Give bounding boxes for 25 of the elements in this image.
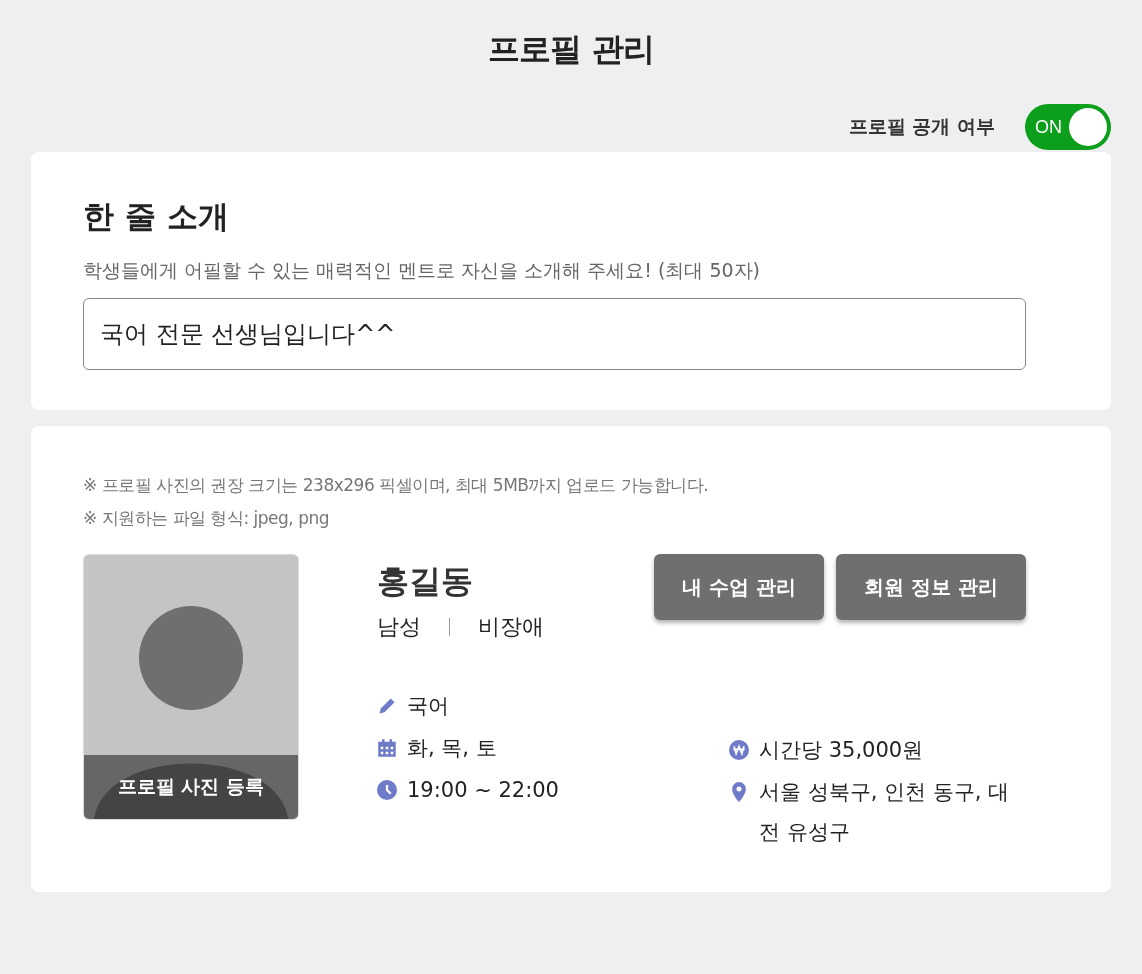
detail-text: 시간당 35,000원 xyxy=(759,737,924,764)
visibility-toggle[interactable]: ON xyxy=(1025,104,1111,150)
visibility-label: 프로필 공개 여부 xyxy=(848,114,995,139)
detail-text: 19:00 ~ 22:00 xyxy=(407,777,559,804)
upload-note: ※ 프로필 사진의 권장 크기는 238x296 픽셀이며, 최대 5MB까지 업로드 가능합니다. xyxy=(83,474,710,497)
clock-icon xyxy=(377,780,397,800)
detail-text: 화, 목, 토 xyxy=(407,735,497,762)
profile-photo-upload[interactable]: 프로필 사진 등록 xyxy=(83,554,299,820)
intro-heading: 한 줄 소개 xyxy=(83,197,230,236)
pencil-icon xyxy=(377,696,397,716)
detail-text: 서울 성북구, 인천 동구, 대전 유성구 xyxy=(759,779,1011,846)
manage-button[interactable]: 회원 정보 관리 xyxy=(836,554,1026,620)
map-pin-icon xyxy=(729,782,749,802)
photo-upload-label: 프로필 사진 등록 xyxy=(84,755,298,819)
calendar-icon xyxy=(377,738,397,758)
detail-text: 국어 xyxy=(407,693,449,720)
won-coin-icon xyxy=(729,740,749,760)
upload-note: ※ 지원하는 파일 형식: jpeg, png xyxy=(83,507,330,530)
intro-description: 학생들에게 어필할 수 있는 매력적인 멘트로 자신을 소개해 주세요! (최대 50자) xyxy=(83,258,761,283)
teacher-name: 홍길동 xyxy=(377,561,474,602)
page-title: 프로필 관리 xyxy=(487,29,655,70)
gender-text: 남성 xyxy=(377,613,421,641)
disability-text: 비장애 xyxy=(478,613,544,641)
intro-input-field[interactable]: 국어 전문 선생님입니다^^ xyxy=(83,298,1026,370)
manage-button[interactable]: 내 수업 관리 xyxy=(654,554,825,620)
